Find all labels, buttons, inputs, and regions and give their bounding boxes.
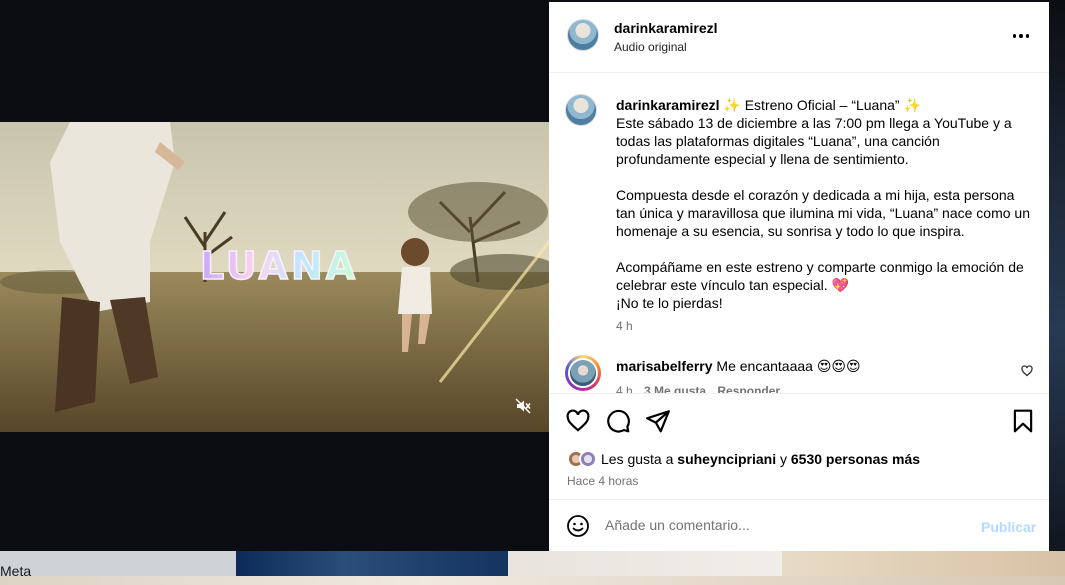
bookmark-icon (1013, 409, 1033, 433)
heart-icon (566, 409, 590, 432)
commenter-avatar[interactable] (565, 355, 601, 391)
likes-connector: y (779, 451, 787, 467)
comment-input[interactable] (605, 514, 965, 536)
post-time[interactable]: Hace 4 horas (567, 474, 638, 488)
more-icon (1012, 34, 1030, 38)
emoji-icon (567, 515, 589, 537)
likes-summary: Les gusta a suheyncipriani y 6530 person… (567, 448, 920, 470)
background-page-right (1049, 0, 1065, 551)
likes-others[interactable]: 6530 personas más (791, 451, 920, 467)
share-button[interactable] (645, 408, 671, 439)
caption-line1: Este sábado 13 de diciembre a las 7:00 p… (616, 115, 1012, 167)
author-avatar[interactable] (567, 19, 599, 51)
commenter-username[interactable]: marisabelferry (616, 358, 713, 374)
like-button[interactable] (565, 408, 591, 439)
caption-time[interactable]: 4 h (616, 319, 633, 333)
caption-username[interactable]: darinkaramirezl (616, 97, 720, 113)
caption-paragraph3a: Acompáñame en este estreno y comparte co… (616, 259, 1024, 293)
post-header: darinkaramirezl Audio original (549, 2, 1049, 73)
background-bottom-bar (0, 576, 1065, 585)
save-button[interactable] (1010, 408, 1036, 439)
video-title-overlay: LUANA (200, 244, 358, 288)
liker-username[interactable]: suheyncipriani (677, 451, 776, 467)
share-icon (646, 410, 670, 433)
liker-avatar[interactable] (579, 450, 597, 468)
mute-button[interactable] (511, 395, 535, 417)
publish-button[interactable]: Publicar (981, 519, 1036, 535)
post-caption: darinkaramirezl ✨ Estreno Oficial – “Lua… (616, 96, 1036, 312)
comment-button[interactable] (605, 408, 631, 439)
caption-paragraph3b: ¡No te lo pierdas! (616, 295, 723, 311)
sparkle-emoji: ✨ (903, 97, 921, 113)
comment-text: Me encantaaaa 😍😍😍 (716, 358, 861, 374)
sparkle-emoji: ✨ (723, 97, 741, 113)
comment-icon (607, 409, 630, 433)
post-details-panel: darinkaramirezl Audio original darinkara… (549, 2, 1049, 551)
post-actions: Les gusta a suheyncipriani y 6530 person… (549, 393, 1049, 501)
emoji-button[interactable] (566, 514, 590, 543)
caption-title: Estreno Oficial – “Luana” (744, 97, 900, 113)
audio-label[interactable]: Audio original (614, 40, 687, 54)
comment-like-button[interactable] (1021, 364, 1033, 382)
heart-icon (1021, 365, 1033, 377)
comment: marisabelferry Me encantaaaa 😍😍😍 (616, 358, 861, 375)
video-frame: LUANA (0, 122, 549, 432)
likes-prefix: Les gusta a (601, 451, 674, 467)
mute-icon (515, 398, 531, 414)
more-options-button[interactable] (1007, 26, 1035, 46)
post-video[interactable]: LUANA (0, 122, 549, 432)
caption-avatar[interactable] (565, 94, 597, 126)
heart-emoji: 💖 (831, 277, 850, 293)
caption-paragraph2: Compuesta desde el corazón y dedicada a … (616, 187, 1030, 239)
comment-composer: Publicar (549, 499, 1049, 552)
author-username[interactable]: darinkaramirezl (614, 20, 718, 36)
